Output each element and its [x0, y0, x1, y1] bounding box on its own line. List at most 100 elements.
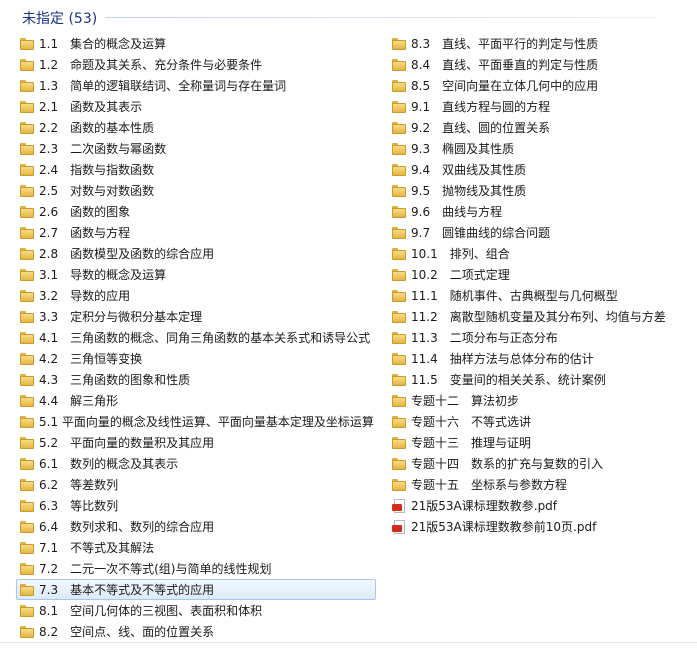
group-header[interactable]: 未指定 (53)	[0, 0, 697, 34]
item-label: 10.1 排列、组合	[411, 247, 510, 261]
item-label: 1.1 集合的概念及运算	[39, 37, 167, 51]
item-label: 11.2 离散型随机变量及其分布列、均值与方差	[411, 310, 666, 324]
folder-icon	[391, 58, 407, 72]
folder-item[interactable]: 6.2 等差数列	[16, 474, 376, 495]
item-label: 21版53A课标理数教参前10页.pdf	[411, 520, 597, 534]
folder-icon	[19, 373, 35, 387]
item-label: 8.2 空间点、线、面的位置关系	[39, 625, 215, 639]
item-label: 11.5 变量间的相关关系、统计案例	[411, 373, 606, 387]
folder-item[interactable]: 9.1 直线方程与圆的方程	[388, 96, 697, 117]
folder-item[interactable]: 11.3 二项分布与正态分布	[388, 327, 697, 348]
folder-item[interactable]: 1.3 简单的逻辑联结词、全称量词与存在量词	[16, 75, 376, 96]
item-label: 8.3 直线、平面平行的判定与性质	[411, 37, 599, 51]
folder-item[interactable]: 2.4 指数与指数函数	[16, 159, 376, 180]
folder-icon	[19, 604, 35, 618]
folder-icon	[391, 247, 407, 261]
folder-item[interactable]: 7.1 不等式及其解法	[16, 537, 376, 558]
folder-item[interactable]: 6.4 数列求和、数列的综合应用	[16, 516, 376, 537]
folder-item[interactable]: 6.1 数列的概念及其表示	[16, 453, 376, 474]
item-label: 2.7 函数与方程	[39, 226, 131, 240]
folder-item[interactable]: 2.8 函数模型及函数的综合应用	[16, 243, 376, 264]
folder-item[interactable]: 专题十四 数系的扩充与复数的引入	[388, 453, 697, 474]
folder-item[interactable]: 专题十六 不等式选讲	[388, 411, 697, 432]
folder-item[interactable]: 专题十三 推理与证明	[388, 432, 697, 453]
folder-item[interactable]: 4.3 三角函数的图象和性质	[16, 369, 376, 390]
folder-item[interactable]: 8.2 空间点、线、面的位置关系	[16, 621, 376, 642]
folder-item[interactable]: 专题十五 坐标系与参数方程	[388, 474, 697, 495]
item-label: 4.4 解三角形	[39, 394, 119, 408]
folder-item[interactable]: 9.7 圆锥曲线的综合问题	[388, 222, 697, 243]
folder-item[interactable]: 10.2 二项式定理	[388, 264, 697, 285]
folder-item[interactable]: 2.5 对数与对数函数	[16, 180, 376, 201]
folder-item[interactable]: 8.5 空间向量在立体几何中的应用	[388, 75, 697, 96]
folder-item[interactable]: 11.4 抽样方法与总体分布的估计	[388, 348, 697, 369]
folder-icon	[19, 436, 35, 450]
folder-icon	[19, 58, 35, 72]
item-label: 9.2 直线、圆的位置关系	[411, 121, 551, 135]
item-label: 6.4 数列求和、数列的综合应用	[39, 520, 215, 534]
folder-item[interactable]: 2.1 函数及其表示	[16, 96, 376, 117]
folder-item[interactable]: 3.2 导数的应用	[16, 285, 376, 306]
folder-icon	[391, 205, 407, 219]
folder-icon	[391, 37, 407, 51]
folder-icon	[391, 373, 407, 387]
folder-icon	[19, 415, 35, 429]
folder-icon	[19, 331, 35, 345]
folder-icon	[19, 310, 35, 324]
folder-item[interactable]: 1.2 命题及其关系、充分条件与必要条件	[16, 54, 376, 75]
folder-item[interactable]: 2.6 函数的图象	[16, 201, 376, 222]
item-label: 6.1 数列的概念及其表示	[39, 457, 179, 471]
folder-item[interactable]: 2.3 二次函数与幂函数	[16, 138, 376, 159]
folder-item[interactable]: 2.2 函数的基本性质	[16, 117, 376, 138]
folder-item[interactable]: 8.1 空间几何体的三视图、表面积和体积	[16, 600, 376, 621]
folder-item[interactable]: 3.3 定积分与微积分基本定理	[16, 306, 376, 327]
group-title[interactable]: 未指定 (53)	[22, 8, 97, 28]
folder-item[interactable]: 10.1 排列、组合	[388, 243, 697, 264]
item-label: 专题十五 坐标系与参数方程	[411, 478, 568, 492]
item-label: 21版53A课标理数教参.pdf	[411, 499, 558, 513]
item-label: 4.3 三角函数的图象和性质	[39, 373, 191, 387]
folder-icon	[391, 478, 407, 492]
item-label: 3.1 导数的概念及运算	[39, 268, 167, 282]
folder-item[interactable]: 5.2 平面向量的数量积及其应用	[16, 432, 376, 453]
folder-item[interactable]: 2.7 函数与方程	[16, 222, 376, 243]
folder-icon	[19, 541, 35, 555]
folder-item[interactable]: 9.2 直线、圆的位置关系	[388, 117, 697, 138]
folder-item[interactable]: 8.3 直线、平面平行的判定与性质	[388, 33, 697, 54]
pdf-file-item[interactable]: 21版53A课标理数教参前10页.pdf	[388, 516, 697, 537]
folder-item[interactable]: 4.2 三角恒等变换	[16, 348, 376, 369]
folder-item[interactable]: 7.3 基本不等式及不等式的应用	[16, 579, 376, 600]
item-label: 9.4 双曲线及其性质	[411, 163, 527, 177]
folder-item[interactable]: 8.4 直线、平面垂直的判定与性质	[388, 54, 697, 75]
folder-icon	[19, 163, 35, 177]
folder-item[interactable]: 11.5 变量间的相关关系、统计案例	[388, 369, 697, 390]
folder-item[interactable]: 6.3 等比数列	[16, 495, 376, 516]
folder-item[interactable]: 1.1 集合的概念及运算	[16, 33, 376, 54]
item-label: 2.5 对数与对数函数	[39, 184, 155, 198]
folder-icon	[391, 310, 407, 324]
item-label: 9.7 圆锥曲线的综合问题	[411, 226, 551, 240]
folder-item[interactable]: 4.1 三角函数的概念、同角三角函数的基本关系式和诱导公式	[16, 327, 376, 348]
folder-item[interactable]: 11.2 离散型随机变量及其分布列、均值与方差	[388, 306, 697, 327]
pdf-file-item[interactable]: 21版53A课标理数教参.pdf	[388, 495, 697, 516]
folder-item[interactable]: 4.4 解三角形	[16, 390, 376, 411]
folder-icon	[391, 352, 407, 366]
item-label: 专题十六 不等式选讲	[411, 415, 532, 429]
folder-icon	[19, 100, 35, 114]
folder-item[interactable]: 9.4 双曲线及其性质	[388, 159, 697, 180]
folder-icon	[391, 331, 407, 345]
folder-item[interactable]: 9.3 椭圆及其性质	[388, 138, 697, 159]
folder-item[interactable]: 专题十二 算法初步	[388, 390, 697, 411]
item-label: 2.1 函数及其表示	[39, 100, 143, 114]
folder-item[interactable]: 7.2 二元一次不等式(组)与简单的线性规划	[16, 558, 376, 579]
item-label: 2.3 二次函数与幂函数	[39, 142, 167, 156]
folder-item[interactable]: 9.6 曲线与方程	[388, 201, 697, 222]
item-label: 9.5 抛物线及其性质	[411, 184, 527, 198]
folder-item[interactable]: 5.1 平面向量的概念及线性运算、平面向量基本定理及坐标运算	[16, 411, 376, 432]
folder-item[interactable]: 11.1 随机事件、古典概型与几何概型	[388, 285, 697, 306]
item-label: 9.3 椭圆及其性质	[411, 142, 515, 156]
item-label: 2.6 函数的图象	[39, 205, 131, 219]
folder-item[interactable]: 3.1 导数的概念及运算	[16, 264, 376, 285]
folder-item[interactable]: 9.5 抛物线及其性质	[388, 180, 697, 201]
folder-icon	[19, 289, 35, 303]
